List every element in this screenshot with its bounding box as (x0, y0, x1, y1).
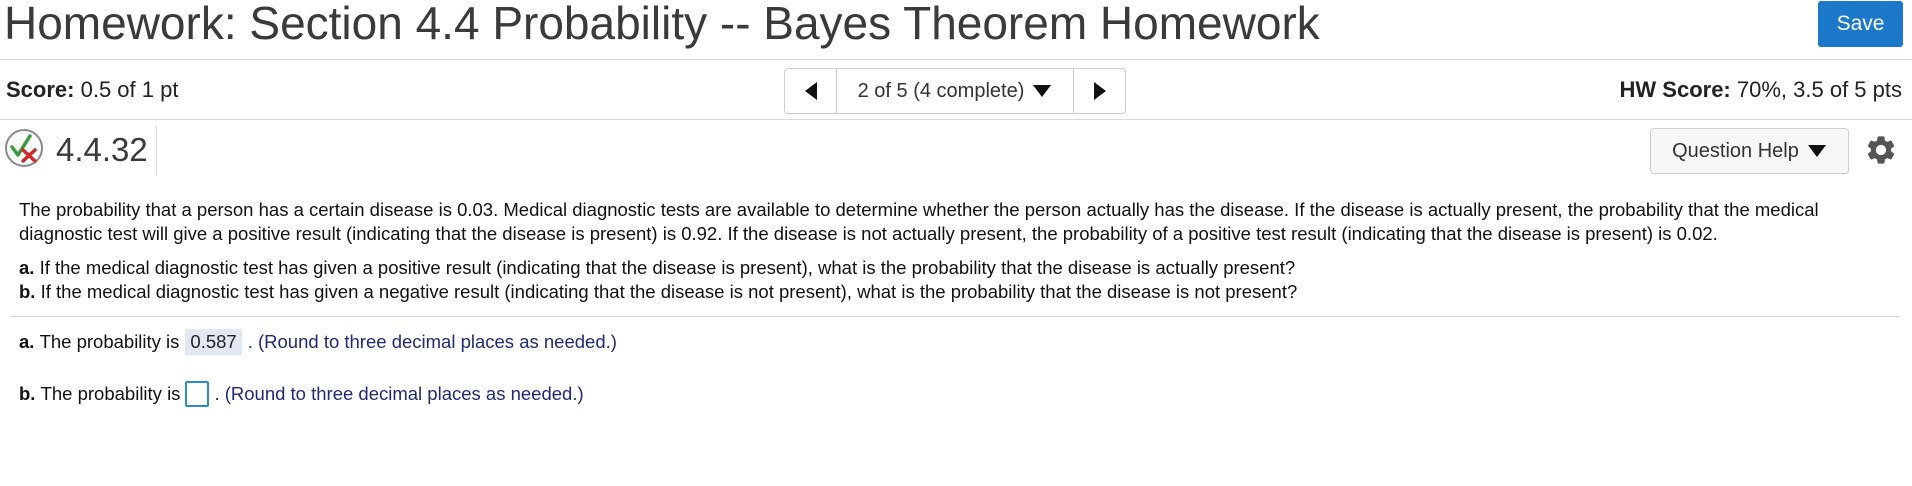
triangle-left-icon (804, 82, 817, 100)
triangle-down-icon (1033, 85, 1052, 97)
part-letter: b. (19, 281, 36, 302)
answer-a-value[interactable]: 0.587 (185, 329, 242, 355)
divider (156, 126, 157, 176)
question-score: Score: 0.5 of 1 pt (6, 77, 178, 103)
question-bar: 4.4.32 Question Help (0, 120, 1912, 182)
next-question-button[interactable] (1073, 69, 1125, 113)
answer-letter: a. (19, 331, 35, 352)
question-help-label: Question Help (1672, 139, 1799, 162)
hw-score-value: 70%, 3.5 of 5 pts (1736, 77, 1902, 102)
previous-question-button[interactable] (785, 69, 837, 113)
part-text: If the medical diagnostic test has given… (40, 281, 1298, 302)
question-content: The probability that a person has a cert… (19, 198, 1899, 304)
answer-letter: b. (19, 383, 36, 404)
hw-score-label: HW Score: (1619, 77, 1731, 102)
answer-prefix: The probability is (40, 383, 181, 404)
score-label: Score: (6, 77, 75, 102)
homework-score: HW Score: 70%, 3.5 of 5 pts (1620, 77, 1902, 103)
gear-icon[interactable] (1864, 133, 1898, 167)
save-button[interactable]: Save (1818, 1, 1903, 47)
score-bar: Score: 0.5 of 1 pt 2 of 5 (4 complete) H… (0, 60, 1912, 120)
question-position-label: 2 of 5 (4 complete) (857, 79, 1025, 102)
question-parts: a. If the medical diagnostic test has gi… (19, 256, 1899, 304)
part-text: If the medical diagnostic test has given… (39, 257, 1296, 278)
question-number: 4.4.32 (56, 131, 148, 168)
page-title: Homework: Section 4.4 Probability -- Bay… (4, 0, 1320, 49)
part-letter: a. (19, 257, 35, 278)
question-intro: The probability that a person has a cert… (19, 199, 1819, 244)
question-navigator: 2 of 5 (4 complete) (784, 68, 1126, 114)
question-select-dropdown[interactable]: 2 of 5 (4 complete) (837, 69, 1073, 113)
section-divider (10, 316, 1900, 317)
rounding-hint: . (Round to three decimal places as need… (247, 331, 617, 352)
question-part-b: b. If the medical diagnostic test has gi… (19, 280, 1899, 304)
answer-prefix: The probability is (39, 331, 180, 352)
triangle-down-icon (1807, 145, 1826, 157)
triangle-right-icon (1093, 82, 1106, 100)
answer-b-row: b. The probability is . (Round to three … (19, 381, 584, 407)
question-help-button[interactable]: Question Help (1650, 128, 1849, 174)
question-part-a: a. If the medical diagnostic test has gi… (19, 256, 1899, 280)
rounding-hint: . (Round to three decimal places as need… (214, 383, 584, 404)
partial-correct-icon (5, 129, 43, 167)
score-value: 0.5 of 1 pt (80, 77, 179, 102)
answer-a-row: a. The probability is 0.587 . (Round to … (19, 329, 617, 355)
answer-b-input[interactable] (185, 381, 210, 407)
page-header: Homework: Section 4.4 Probability -- Bay… (0, 0, 1912, 60)
